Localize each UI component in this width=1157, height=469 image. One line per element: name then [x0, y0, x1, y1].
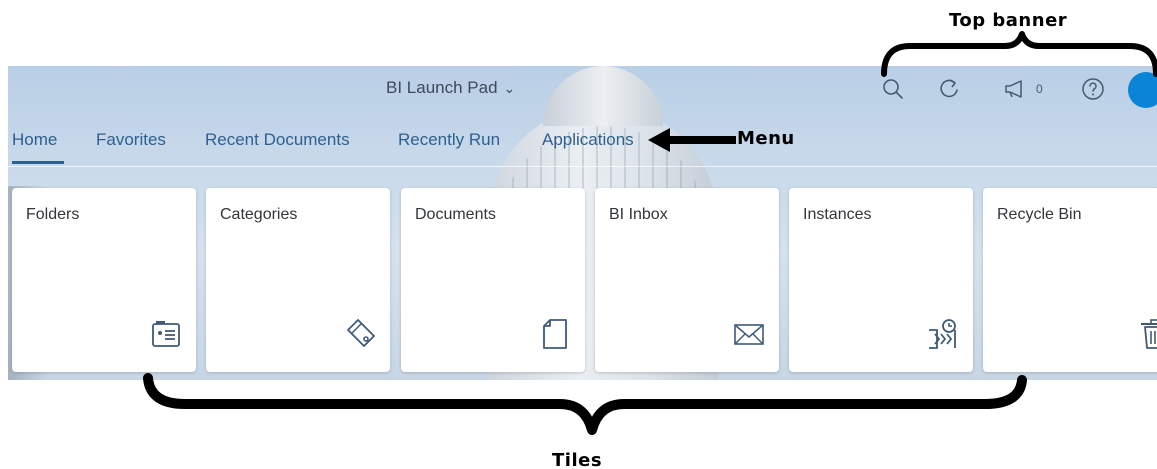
- instances-clock-icon: [929, 319, 956, 349]
- app-title-menu[interactable]: BI Launch Pad ⌄: [386, 78, 515, 98]
- tile-documents[interactable]: Documents: [401, 188, 585, 372]
- tile-title: Folders: [26, 206, 80, 223]
- tile-title: BI Inbox: [609, 206, 668, 223]
- tab-recent-documents[interactable]: Recent Documents: [205, 130, 350, 150]
- annotated-screenshot: Top banner BI Launch Pad ⌄ 0 Home Favori…: [0, 0, 1157, 469]
- help-icon[interactable]: [1080, 76, 1106, 102]
- notification-count: 0: [1036, 82, 1043, 96]
- app-title: BI Launch Pad: [386, 78, 498, 97]
- megaphone-icon[interactable]: [1002, 76, 1028, 102]
- refresh-icon[interactable]: [936, 76, 962, 102]
- launchpad-screen: BI Launch Pad ⌄ 0 Home Favorites Recent …: [8, 66, 1157, 380]
- top-banner: BI Launch Pad ⌄ 0: [8, 66, 1157, 112]
- document-icon: [543, 319, 567, 349]
- tile-title: Categories: [220, 206, 298, 223]
- tiles-brace: [143, 373, 1027, 435]
- tab-recently-run[interactable]: Recently Run: [398, 130, 500, 150]
- envelope-icon: [734, 324, 764, 345]
- tabs-divider: [8, 166, 1157, 167]
- trash-icon: [1141, 319, 1157, 349]
- annotation-top-banner: Top banner: [949, 10, 1068, 31]
- active-tab-indicator: [12, 161, 64, 164]
- annotation-menu: Menu: [737, 128, 795, 149]
- search-icon[interactable]: [880, 76, 906, 102]
- user-avatar[interactable]: [1128, 72, 1157, 108]
- tag-icon: [347, 319, 375, 347]
- tile-title: Recycle Bin: [997, 206, 1082, 223]
- chevron-down-icon: ⌄: [503, 80, 516, 96]
- folder-card-icon: [152, 321, 180, 347]
- tile-recycle-bin[interactable]: Recycle Bin: [983, 188, 1157, 372]
- tile-title: Instances: [803, 206, 872, 223]
- tab-home[interactable]: Home: [12, 130, 57, 150]
- annotation-tiles: Tiles: [552, 450, 603, 469]
- tile-bi-inbox[interactable]: BI Inbox: [595, 188, 779, 372]
- tile-folders[interactable]: Folders: [12, 188, 196, 372]
- tile-categories[interactable]: Categories: [206, 188, 390, 372]
- tab-favorites[interactable]: Favorites: [96, 130, 166, 150]
- tile-instances[interactable]: Instances: [789, 188, 973, 372]
- menu-arrow-annotation: [648, 128, 736, 152]
- tile-title: Documents: [415, 206, 496, 223]
- tab-applications[interactable]: Applications: [542, 130, 634, 150]
